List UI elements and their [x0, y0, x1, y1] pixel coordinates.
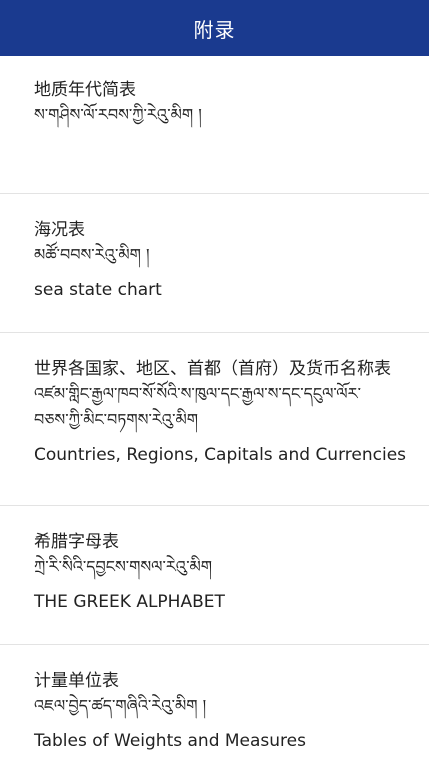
app-header: 附录 [0, 0, 429, 56]
list-item-weights-measures[interactable]: 计量单位表 འཇལ་བྱེད་ཚད་གཞིའི་རེའུ་མིག ། Table… [0, 645, 429, 763]
item-title-bo: མཚོ་བབས་རེའུ་མིག ། [34, 245, 150, 264]
item-title-bo: འཛམ་གླིང་རྒྱལ་ཁབ་སོ་སོའི་ས་ཁུལ་དང་རྒྱལ་ས… [34, 384, 361, 429]
list-item-countries-currencies[interactable]: 世界各国家、地区、首都（首府）及货币名称表 འཛམ་གླིང་རྒྱལ་ཁབ་ས… [0, 333, 429, 506]
item-title-zh: 地质年代简表 [34, 80, 136, 100]
item-title-bo: ཀྲེ་རི་སིའི་དབྱངས་གསལ་རེའུ་མིག [34, 557, 213, 576]
item-title-zh: 希腊字母表 [34, 532, 119, 552]
item-title-en: Tables of Weights and Measures [34, 731, 306, 751]
item-title-zh: 计量单位表 [34, 671, 119, 691]
list-item-greek-alphabet[interactable]: 希腊字母表 ཀྲེ་རི་སིའི་དབྱངས་གསལ་རེའུ་མིག THE… [0, 506, 429, 645]
list-item-sea-state-chart[interactable]: 海况表 མཚོ་བབས་རེའུ་མིག ། sea state chart [0, 194, 429, 333]
item-title-en: THE GREEK ALPHABET [34, 592, 225, 612]
item-title-zh: 世界各国家、地区、首都（首府）及货币名称表 [34, 359, 391, 379]
page-title: 附录 [193, 17, 236, 42]
item-title-en: Countries, Regions, Capitals and Currenc… [34, 445, 407, 465]
item-title-bo: ས་གཤིས་ལོ་རབས་ཀྱི་རེའུ་མིག ། [34, 105, 202, 124]
appendix-list: 地质年代简表 ས་གཤིས་ལོ་རབས་ཀྱི་རེའུ་མིག ། 海况表 … [0, 56, 429, 763]
item-title-en: sea state chart [34, 280, 162, 300]
item-title-zh: 海况表 [34, 220, 85, 240]
list-item-geologic-time-scale[interactable]: 地质年代简表 ས་གཤིས་ལོ་རབས་ཀྱི་རེའུ་མིག ། [0, 56, 429, 194]
item-title-bo: འཇལ་བྱེད་ཚད་གཞིའི་རེའུ་མིག ། [34, 696, 207, 715]
